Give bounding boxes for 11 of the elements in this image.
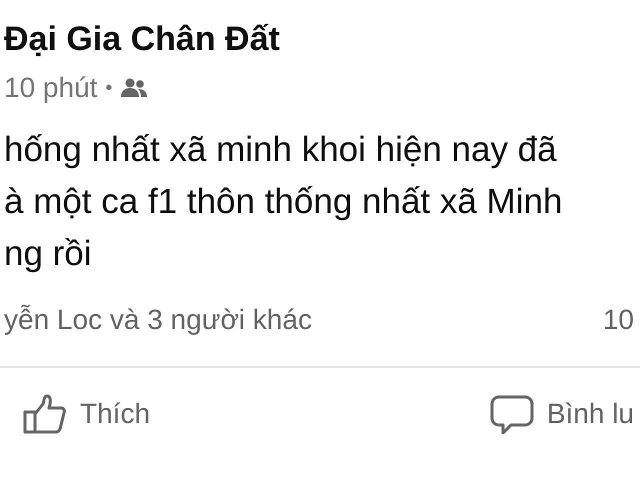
post-text: hống nhất xã minh khoi hiện nay đã à một ca f1 thôn thống nhất xã Minh ng rồi <box>4 129 562 275</box>
comments-count[interactable]: 10 <box>602 304 634 336</box>
people-icon <box>120 78 148 98</box>
reactions-text[interactable]: yễn Loc và 3 người khác <box>4 304 312 336</box>
comment-button[interactable]: Bình lu <box>488 394 634 434</box>
like-button[interactable]: Thích <box>22 394 150 434</box>
thumbs-up-icon <box>22 394 68 434</box>
author-name[interactable]: Đại Gia Chân Đất <box>4 18 280 60</box>
separator-dot: • <box>105 76 112 100</box>
speech-bubble-icon <box>488 394 535 434</box>
post-time[interactable]: 10 phút <box>4 72 98 104</box>
